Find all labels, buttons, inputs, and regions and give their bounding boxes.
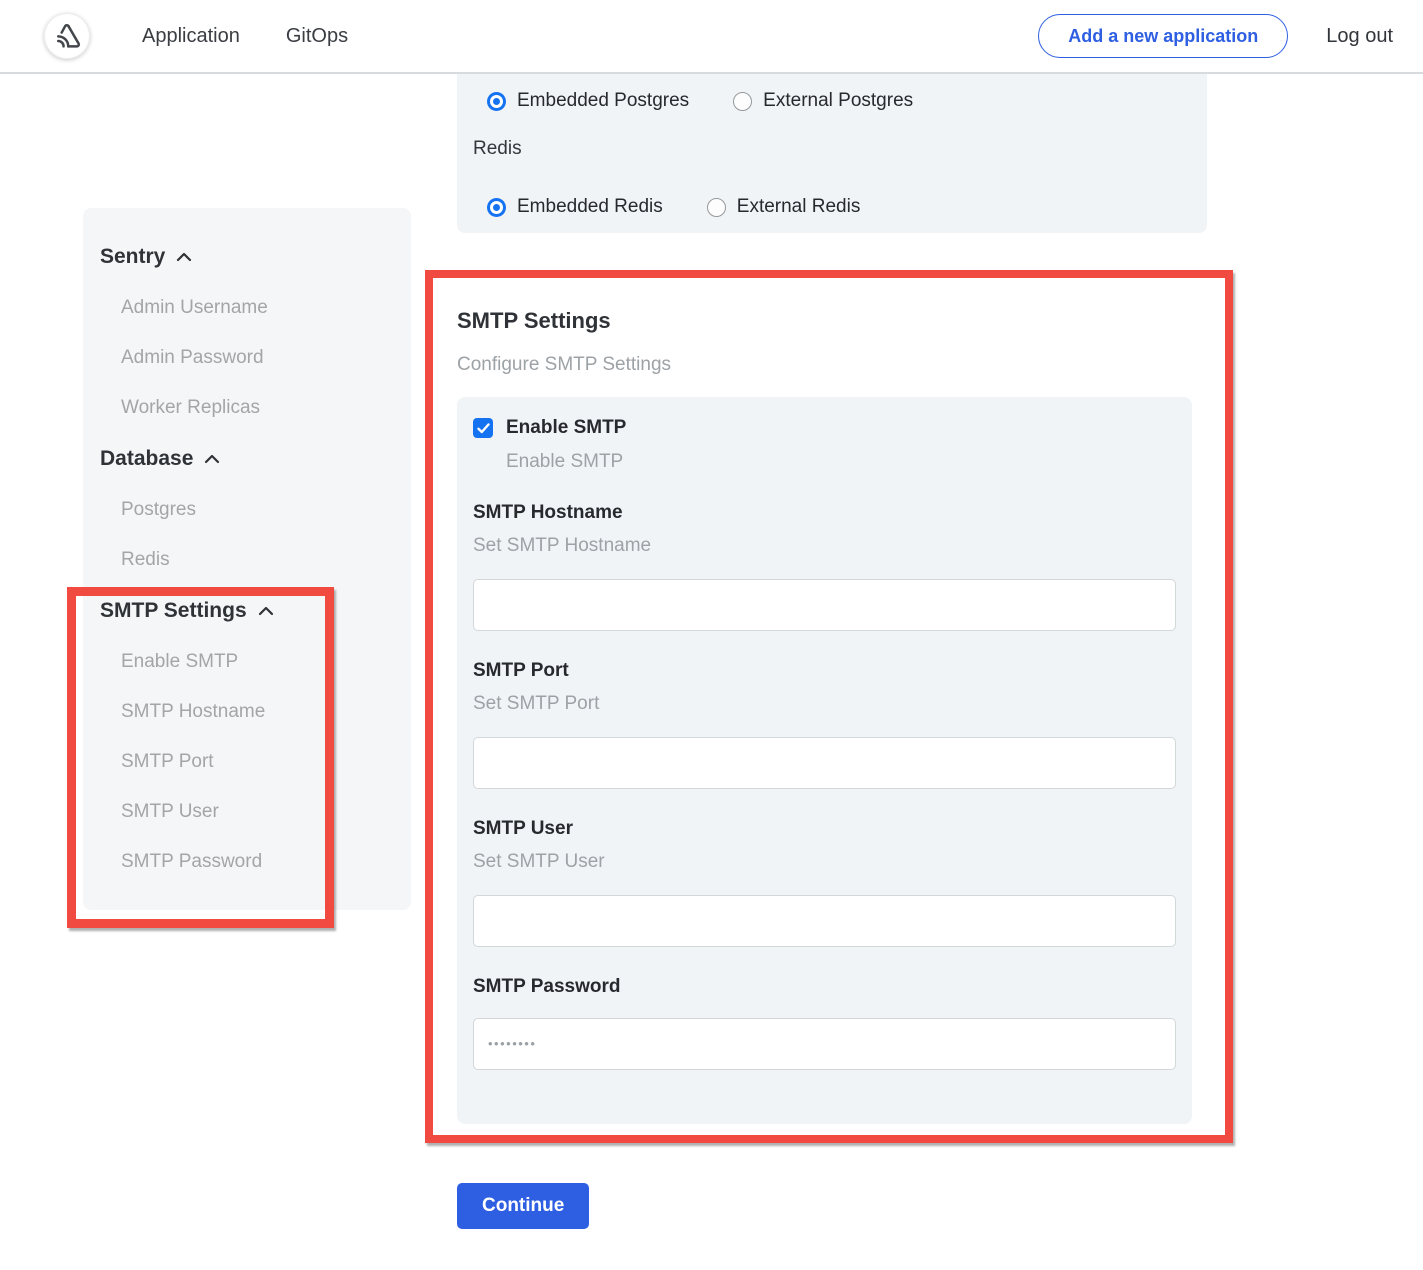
enable-smtp-label: Enable SMTP	[506, 417, 626, 439]
sidebar-group-title-label: SMTP Settings	[100, 599, 247, 623]
chevron-up-icon	[204, 454, 220, 464]
radio-option-external-postgres[interactable]: External Postgres	[733, 90, 913, 112]
sidebar-group-title-label: Sentry	[100, 245, 165, 269]
sidebar-group-database[interactable]: Database	[100, 446, 411, 472]
radio-selected-icon[interactable]	[487, 198, 506, 217]
smtp-hostname-label: SMTP Hostname	[473, 502, 1176, 524]
annotation-box-smtp-form: SMTP Settings Configure SMTP Settings En…	[425, 270, 1233, 1143]
smtp-password-label: SMTP Password	[473, 976, 1176, 998]
database-config-panel: Embedded Postgres External Postgres Redi…	[457, 74, 1207, 233]
nav-links: Application GitOps	[142, 25, 348, 48]
logout-link[interactable]: Log out	[1326, 25, 1393, 48]
check-icon	[477, 423, 490, 434]
radio-option-external-redis[interactable]: External Redis	[707, 196, 861, 218]
chevron-up-icon	[176, 252, 192, 262]
smtp-form-panel: Enable SMTP Enable SMTP SMTP Hostname Se…	[457, 397, 1192, 1124]
nav-link-application[interactable]: Application	[142, 25, 240, 48]
radio-unselected-icon[interactable]	[707, 198, 726, 217]
sidebar-item-enable-smtp[interactable]: Enable SMTP	[121, 650, 411, 674]
sidebar-group-smtp-settings[interactable]: SMTP Settings	[100, 598, 411, 624]
nav-link-gitops[interactable]: GitOps	[286, 25, 348, 48]
sidebar-item-smtp-user[interactable]: SMTP User	[121, 800, 411, 824]
smtp-settings-title: SMTP Settings	[457, 308, 1192, 334]
enable-smtp-helper: Enable SMTP	[506, 451, 1176, 473]
sidebar-item-smtp-port[interactable]: SMTP Port	[121, 750, 411, 774]
smtp-port-input[interactable]	[473, 737, 1176, 789]
smtp-port-helper: Set SMTP Port	[473, 693, 1176, 715]
nav-right: Add a new application Log out	[1038, 14, 1393, 58]
radio-label-external-redis: External Redis	[737, 196, 861, 218]
redis-radio-group: Embedded Redis External Redis	[487, 195, 860, 219]
smtp-password-field-group: SMTP Password	[473, 976, 1176, 1070]
sidebar-item-smtp-hostname[interactable]: SMTP Hostname	[121, 700, 411, 724]
smtp-port-field-group: SMTP Port Set SMTP Port	[473, 660, 1176, 789]
sidebar-item-smtp-password[interactable]: SMTP Password	[121, 850, 411, 874]
sidebar-group-title-label: Database	[100, 447, 193, 471]
radio-label-embedded-redis: Embedded Redis	[517, 196, 663, 218]
smtp-settings-subtitle: Configure SMTP Settings	[457, 354, 1192, 376]
radio-option-embedded-postgres[interactable]: Embedded Postgres	[487, 90, 689, 112]
smtp-user-helper: Set SMTP User	[473, 851, 1176, 873]
sidebar-item-admin-password[interactable]: Admin Password	[121, 346, 411, 370]
smtp-port-label: SMTP Port	[473, 660, 1176, 682]
postgres-radio-group: Embedded Postgres External Postgres	[487, 89, 913, 113]
smtp-user-field-group: SMTP User Set SMTP User	[473, 818, 1176, 947]
smtp-user-input[interactable]	[473, 895, 1176, 947]
radio-unselected-icon[interactable]	[733, 92, 752, 111]
sidebar-item-redis[interactable]: Redis	[121, 548, 411, 572]
radio-option-embedded-redis[interactable]: Embedded Redis	[487, 196, 663, 218]
smtp-password-input[interactable]	[473, 1018, 1176, 1070]
checkbox-checked-icon[interactable]	[473, 418, 493, 438]
continue-button[interactable]: Continue	[457, 1183, 589, 1229]
radio-selected-icon[interactable]	[487, 92, 506, 111]
top-nav: Application GitOps Add a new application…	[0, 0, 1423, 74]
sidebar-item-worker-replicas[interactable]: Worker Replicas	[121, 396, 411, 420]
smtp-hostname-input[interactable]	[473, 579, 1176, 631]
radio-label-external-postgres: External Postgres	[763, 90, 913, 112]
chevron-up-icon	[258, 606, 274, 616]
sidebar-group-sentry[interactable]: Sentry	[100, 244, 411, 270]
sentry-logo-icon[interactable]	[44, 13, 90, 59]
smtp-user-label: SMTP User	[473, 818, 1176, 840]
radio-label-embedded-postgres: Embedded Postgres	[517, 90, 689, 112]
smtp-hostname-field-group: SMTP Hostname Set SMTP Hostname	[473, 502, 1176, 631]
sidebar-item-admin-username[interactable]: Admin Username	[121, 296, 411, 320]
smtp-hostname-helper: Set SMTP Hostname	[473, 535, 1176, 557]
sidebar-item-postgres[interactable]: Postgres	[121, 498, 411, 522]
config-sidebar: Sentry Admin Username Admin Password Wor…	[83, 208, 411, 910]
enable-smtp-checkbox-row[interactable]: Enable SMTP	[473, 417, 1176, 439]
redis-section-label: Redis	[473, 137, 522, 161]
add-application-button[interactable]: Add a new application	[1038, 14, 1288, 58]
sentry-logo-glyph	[52, 21, 82, 51]
